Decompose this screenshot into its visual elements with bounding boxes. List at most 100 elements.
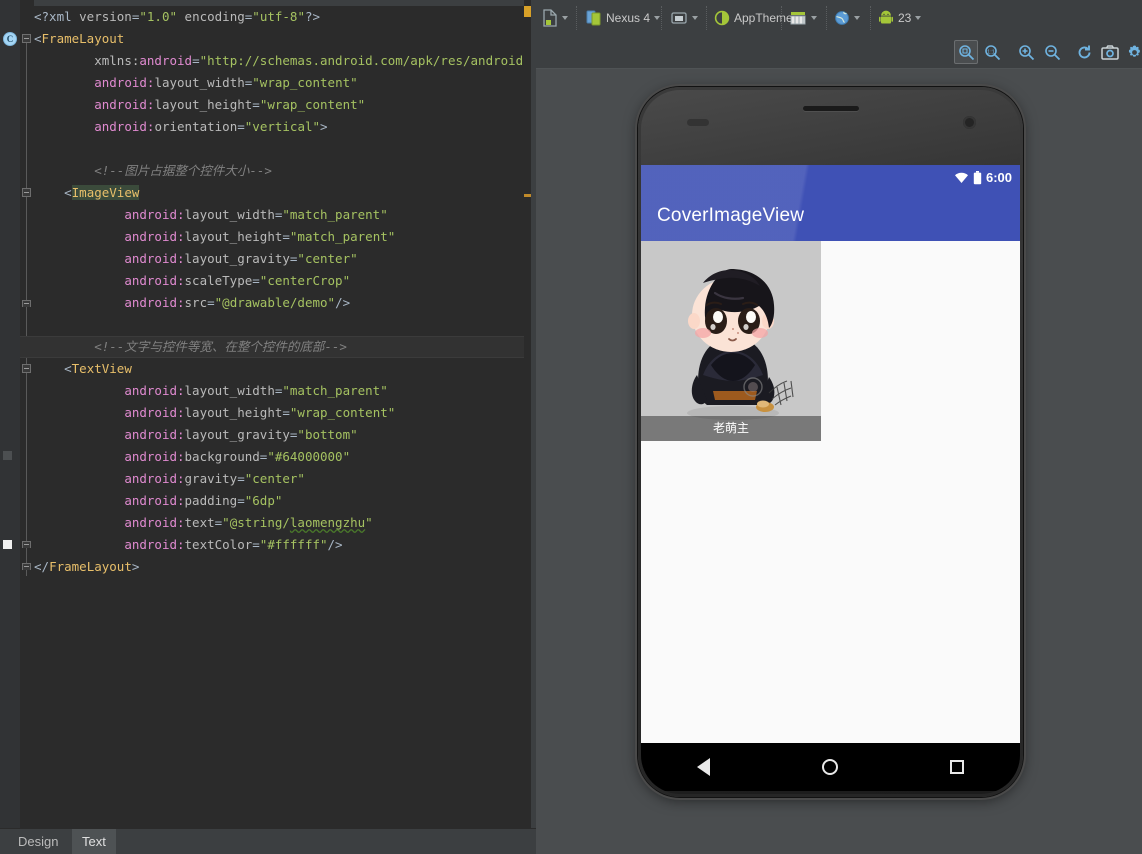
back-triangle-icon[interactable] — [697, 758, 710, 776]
gutter-mark-bright[interactable] — [3, 540, 12, 549]
tab-text[interactable]: Text — [72, 829, 116, 854]
fold-toggle-icon[interactable] — [22, 364, 31, 373]
zoom-in-button[interactable] — [1014, 40, 1038, 64]
code-content[interactable]: <?xml version="1.0" encoding="utf-8"?> <F… — [34, 6, 531, 578]
code-token: android: — [124, 251, 185, 266]
chevron-down-icon[interactable] — [562, 16, 568, 20]
device-screen[interactable]: 6:00 CoverImageView 老萌主 — [641, 165, 1020, 743]
code-token: "match_parent" — [282, 383, 388, 398]
xml-code-editor[interactable]: C <?xml version="1.0" encoding="utf-8"?>… — [0, 0, 536, 854]
tab-design[interactable]: Design — [8, 829, 68, 854]
code-token: = — [237, 119, 245, 134]
zoom-out-button[interactable] — [1040, 40, 1064, 64]
preview-canvas[interactable]: 6:00 CoverImageView 老萌主 — [536, 69, 1142, 854]
orientation-dropdown[interactable] — [670, 7, 698, 29]
home-circle-icon[interactable] — [822, 759, 838, 775]
code-token: <!--图片占据整个控件大小--> — [94, 163, 272, 178]
code-line[interactable]: </FrameLayout> — [34, 556, 526, 578]
code-token: " — [365, 515, 373, 530]
code-line[interactable] — [34, 314, 526, 336]
toolbar-separator — [870, 6, 871, 30]
code-line[interactable]: android:padding="6dp" — [34, 490, 526, 512]
code-line[interactable]: <!--文字与控件等宽、在整个控件的底部--> — [34, 336, 526, 358]
code-token: android: — [124, 229, 185, 244]
file-config-dropdown[interactable] — [542, 7, 568, 29]
code-token: ?> — [304, 9, 321, 24]
code-line[interactable]: <TextView — [34, 358, 526, 380]
device-frame: 6:00 CoverImageView 老萌主 — [638, 87, 1023, 797]
code-line[interactable]: xmlns:android="http://schemas.android.co… — [34, 50, 531, 72]
android-icon — [878, 10, 894, 26]
code-line[interactable]: <ImageView — [34, 182, 526, 204]
editor-gutter[interactable] — [0, 0, 20, 828]
gutter-mark-dim[interactable] — [3, 451, 12, 460]
code-line[interactable]: android:background="#64000000" — [34, 446, 526, 468]
screenshot-button[interactable] — [1098, 40, 1122, 64]
code-line[interactable]: android:layout_width="wrap_content" — [34, 72, 526, 94]
toolbar-separator — [576, 6, 577, 30]
code-token: version — [79, 9, 132, 24]
code-token: = — [237, 471, 245, 486]
fold-toggle-icon[interactable] — [22, 34, 31, 43]
fold-end-icon[interactable] — [22, 300, 31, 307]
toolbar-separator — [661, 6, 662, 30]
code-line[interactable]: android:layout_gravity="bottom" — [34, 424, 526, 446]
code-line[interactable]: android:layout_height="wrap_content" — [34, 94, 526, 116]
locale-dropdown[interactable] — [834, 7, 860, 29]
code-line[interactable]: <!--图片占据整个控件大小--> — [34, 160, 526, 182]
class-marker-icon[interactable]: C — [3, 32, 17, 46]
preview-toolbar[interactable]: Nexus 4 AppTheme 23 — [536, 0, 1142, 36]
chevron-down-icon[interactable] — [915, 16, 922, 20]
code-token: TextView — [71, 361, 132, 376]
zoom-to-fit-button[interactable] — [954, 40, 978, 64]
code-line[interactable] — [34, 138, 526, 160]
code-token: "match_parent" — [282, 207, 388, 222]
code-line[interactable]: android:text="@string/laomengzhu" — [34, 512, 526, 534]
code-token: android: — [94, 97, 155, 112]
fold-toggle-icon[interactable] — [22, 188, 31, 197]
recents-square-icon[interactable] — [950, 760, 964, 774]
code-line[interactable]: android:gravity="center" — [34, 468, 526, 490]
code-line[interactable]: android:layout_width="match_parent" — [34, 380, 526, 402]
chevron-down-icon[interactable] — [811, 16, 817, 20]
earpiece-icon — [802, 106, 859, 111]
editor-mode-tabs[interactable]: Design Text — [0, 828, 536, 854]
code-token: = — [252, 97, 260, 112]
code-line[interactable]: <?xml version="1.0" encoding="utf-8"?> — [34, 6, 526, 28]
app-action-bar: CoverImageView — [641, 165, 1020, 241]
code-token: android: — [94, 119, 155, 134]
cover-image-view-widget[interactable]: 老萌主 — [641, 241, 821, 441]
code-token: src — [184, 295, 208, 310]
code-line[interactable]: android:layout_height="wrap_content" — [34, 402, 526, 424]
code-line[interactable]: android:layout_width="match_parent" — [34, 204, 526, 226]
chevron-down-icon[interactable] — [654, 16, 661, 20]
code-line[interactable]: android:scaleType="centerCrop" — [34, 270, 526, 292]
code-token: "#ffffff" — [259, 537, 328, 552]
fold-end-icon[interactable] — [22, 541, 31, 548]
refresh-button[interactable] — [1072, 40, 1096, 64]
editor-fold-rail[interactable] — [20, 0, 34, 828]
code-token: = — [237, 493, 245, 508]
code-line[interactable]: android:src="@drawable/demo"/> — [34, 292, 526, 314]
code-line[interactable]: android:orientation="vertical"> — [34, 116, 526, 138]
api-level-dropdown[interactable]: 23 — [878, 7, 922, 29]
code-token: layout_width — [184, 383, 275, 398]
device-name-label: Nexus 4 — [606, 11, 651, 25]
settings-button[interactable] — [1122, 40, 1142, 64]
code-line[interactable]: android:textColor="#ffffff"/> — [34, 534, 526, 556]
chevron-down-icon[interactable] — [692, 16, 698, 20]
fold-end-icon[interactable] — [22, 563, 31, 570]
device-dropdown[interactable]: Nexus 4 — [586, 7, 661, 29]
activity-dropdown[interactable] — [789, 7, 817, 29]
code-line[interactable]: <FrameLayout — [34, 28, 526, 50]
code-token: ImageView — [71, 185, 140, 200]
preview-zoom-toolbar[interactable]: 1:1 — [536, 36, 1142, 100]
code-line[interactable]: android:layout_height="match_parent" — [34, 226, 526, 248]
zoom-actual-size-button[interactable]: 1:1 — [980, 40, 1004, 64]
android-navigation-bar[interactable] — [641, 743, 1020, 791]
chevron-down-icon[interactable] — [854, 16, 860, 20]
code-line[interactable]: android:layout_gravity="center" — [34, 248, 526, 270]
app-content-area[interactable]: 老萌主 — [641, 241, 1020, 743]
code-token: "http://schemas.android.com/apk/res/andr… — [199, 53, 531, 68]
code-token: </ — [34, 559, 50, 574]
